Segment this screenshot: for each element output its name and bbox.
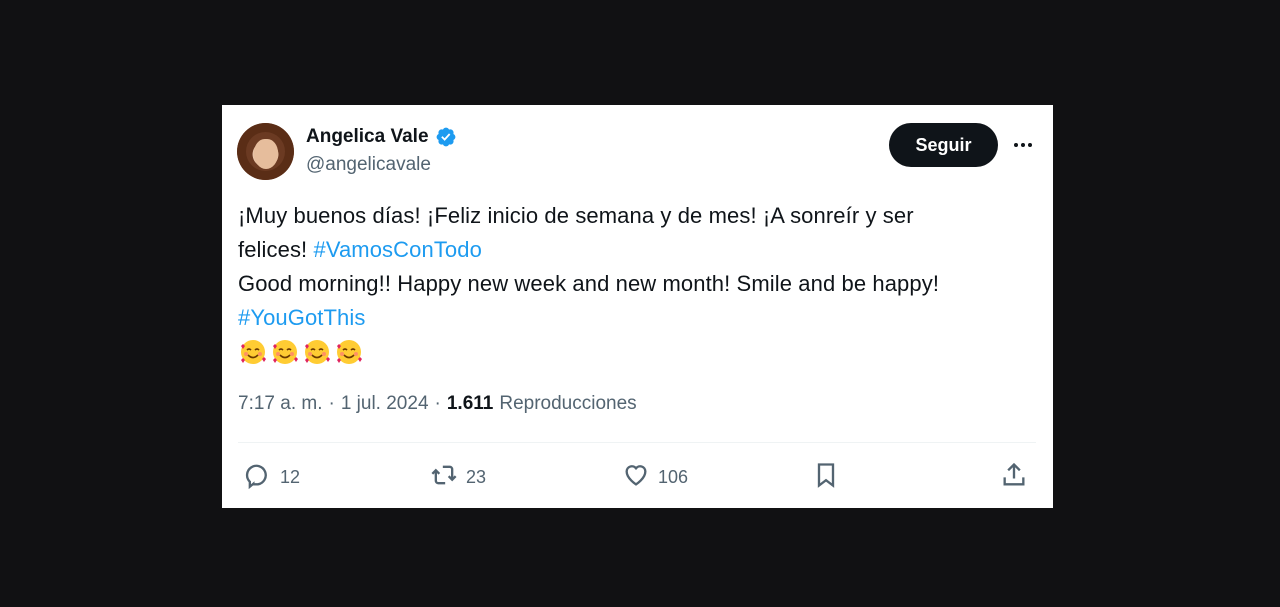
action-bar: 12 23 106 (222, 457, 1053, 497)
emoji-row (238, 337, 1028, 367)
more-options-icon[interactable] (1011, 133, 1035, 157)
heart-icon (622, 461, 650, 494)
bookmark-icon (812, 461, 840, 494)
smiling-face-with-hearts-icon (238, 337, 268, 367)
retweet-icon (430, 461, 458, 494)
bookmark-button[interactable] (812, 457, 840, 497)
tweet-text-line-4: #YouGotThis (238, 301, 1028, 335)
avatar[interactable] (237, 123, 294, 180)
meta-separator: · (434, 393, 441, 414)
hashtag-link[interactable]: #VamosConTodo (313, 237, 481, 262)
reply-button[interactable]: 12 (244, 457, 300, 497)
author-name[interactable]: Angelica Vale (306, 126, 429, 148)
tweet-meta: 7:17 a. m. · 1 jul. 2024 · 1.611 Reprodu… (238, 393, 637, 415)
retweet-count: 23 (466, 466, 487, 487)
like-count: 106 (658, 466, 689, 487)
smiling-face-with-hearts-icon (270, 337, 300, 367)
like-button[interactable]: 106 (622, 457, 688, 497)
verified-badge-icon (435, 126, 457, 148)
tweet-time[interactable]: 7:17 a. m. (238, 393, 323, 415)
tweet-text-line-1: ¡Muy buenos días! ¡Feliz inicio de seman… (238, 203, 914, 228)
tweet-text: ¡Muy buenos días! ¡Feliz inicio de seman… (238, 199, 1028, 367)
reply-icon (244, 461, 272, 494)
share-icon (1000, 461, 1028, 494)
hashtag-link[interactable]: #YouGotThis (238, 305, 365, 330)
follow-button[interactable]: Seguir (889, 123, 998, 167)
meta-separator: · (328, 393, 335, 414)
tweet-text-line-3: Good morning!! Happy new week and new mo… (238, 271, 940, 296)
tweet-text-line-2: felices! #VamosConTodo (238, 233, 1028, 267)
views-count: 1.611 (446, 393, 494, 414)
share-button[interactable] (1000, 457, 1028, 497)
divider (238, 442, 1036, 443)
views-label: Reproducciones (499, 393, 637, 414)
tweet-date[interactable]: 1 jul. 2024 (341, 393, 429, 415)
smiling-face-with-hearts-icon (334, 337, 364, 367)
author-name-row: Angelica Vale (306, 126, 457, 148)
retweet-button[interactable]: 23 (430, 457, 486, 497)
smiling-face-with-hearts-icon (302, 337, 332, 367)
reply-count: 12 (280, 466, 301, 487)
tweet-text-fragment: felices! (238, 237, 314, 262)
author-handle[interactable]: @angelicavale (306, 154, 431, 176)
tweet-card: Angelica Vale @angelicavale Seguir ¡Muy … (222, 105, 1053, 508)
